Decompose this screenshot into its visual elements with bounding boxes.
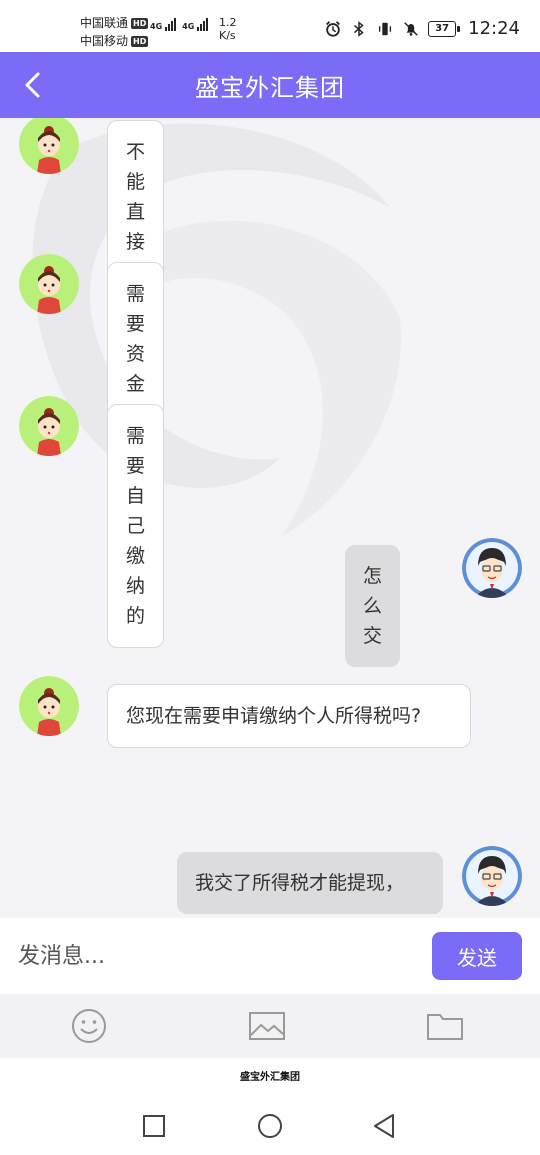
- message-bubble: 我交了所得税才能提现，: [177, 852, 443, 914]
- chat-message-list[interactable]: 不能直接扣除 需要资金缴纳 需要自己缴纳的 怎么交 您现在需要申请缴纳个人所得税…: [0, 118, 540, 918]
- signal-1-icon: 4G: [150, 18, 177, 31]
- bluetooth-icon: [354, 20, 364, 37]
- message-input-bar: 发送: [0, 918, 540, 994]
- image-icon: [249, 1012, 285, 1040]
- battery-icon: 37: [428, 20, 461, 37]
- back-nav-button[interactable]: [368, 1110, 400, 1142]
- vibrate-icon: [379, 22, 392, 35]
- emoji-icon: [72, 1009, 106, 1043]
- emoji-button[interactable]: [69, 1006, 109, 1046]
- user-avatar: [462, 538, 522, 598]
- send-button[interactable]: 发送: [432, 932, 522, 980]
- circle-icon: [258, 1114, 282, 1138]
- app-footer-label: 盛宝外汇集团: [0, 1058, 540, 1098]
- carrier-1: 中国联通: [80, 16, 129, 30]
- message-bubble: 怎么交: [345, 545, 401, 667]
- watermark-logo-icon: [32, 123, 402, 538]
- hd-badge: HD: [131, 35, 149, 47]
- agent-avatar: [19, 396, 79, 456]
- speed-unit: K/s: [219, 29, 236, 42]
- network-type-2: 4G: [182, 22, 195, 31]
- system-nav-bar: [0, 1098, 540, 1155]
- mute-bell-icon: [404, 21, 418, 36]
- carrier-2: 中国移动: [80, 34, 129, 48]
- alarm-icon: [326, 20, 341, 37]
- signal-icons: 4G 4G: [150, 18, 209, 31]
- square-icon: [143, 1115, 165, 1137]
- folder-button[interactable]: [425, 1006, 465, 1046]
- chevron-left-icon: [25, 72, 40, 98]
- attachment-toolbar: [0, 994, 540, 1058]
- message-bubble: 您现在需要申请缴纳个人所得税吗?: [107, 684, 471, 748]
- hd-badge: HD: [131, 17, 149, 29]
- image-button[interactable]: [247, 1006, 287, 1046]
- triangle-back-icon: [374, 1114, 394, 1138]
- signal-2-icon: 4G: [182, 18, 209, 31]
- network-speed: 1.2 K/s: [219, 16, 237, 42]
- network-type-1: 4G: [150, 22, 163, 31]
- user-avatar: [462, 846, 522, 906]
- home-button[interactable]: [254, 1110, 286, 1142]
- chat-header: 盛宝外汇集团: [0, 52, 540, 118]
- folder-icon: [427, 1014, 463, 1040]
- agent-avatar: [19, 676, 79, 736]
- agent-avatar: [19, 254, 79, 314]
- status-bar: 中国联通 HD 中国移动 HD 4G 4G 1.2 K/s 37 12:24: [0, 0, 540, 52]
- page-title: 盛宝外汇集团: [195, 73, 345, 102]
- speed-value: 1.2: [219, 16, 237, 29]
- carrier-info: 中国联通 HD 中国移动 HD: [80, 14, 149, 50]
- recent-apps-button[interactable]: [138, 1110, 170, 1142]
- message-input[interactable]: [0, 918, 420, 994]
- message-bubble: 需要自己缴纳的: [107, 404, 165, 648]
- back-button[interactable]: [12, 64, 54, 106]
- clock-time: 12:24: [468, 18, 520, 39]
